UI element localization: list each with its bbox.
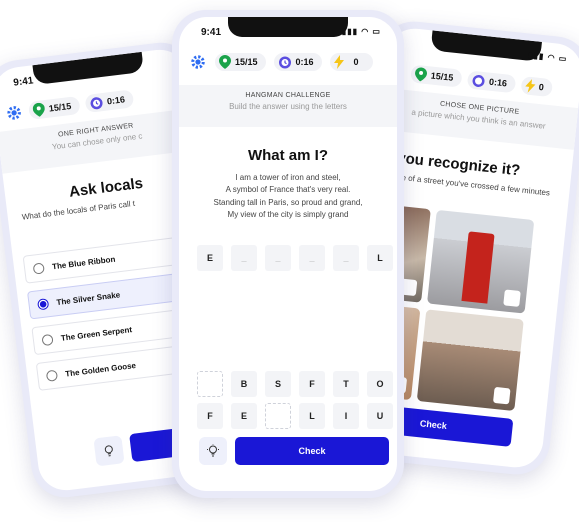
lightbulb-icon bbox=[207, 444, 219, 457]
timer-value: 0:16 bbox=[488, 76, 508, 89]
photo-checkbox[interactable] bbox=[492, 386, 511, 405]
answer-slot[interactable]: E bbox=[197, 245, 223, 271]
energy-pill: 0 bbox=[329, 53, 373, 71]
answer-slot[interactable]: _ bbox=[299, 245, 325, 271]
photo-option-paris-street[interactable] bbox=[416, 309, 524, 412]
alarm-clock-icon bbox=[472, 74, 485, 87]
letter-key[interactable]: F bbox=[299, 371, 325, 397]
timer-pill: 0:16 bbox=[84, 89, 134, 114]
radio-icon bbox=[41, 333, 54, 346]
section-title: HANGMAN CHALLENGE bbox=[245, 92, 331, 99]
riddle-line: My view of the city is simply grand bbox=[227, 210, 349, 220]
energy-pill: 0 bbox=[519, 75, 553, 98]
option-label: The Silver Snake bbox=[55, 289, 121, 307]
location-pin-icon bbox=[415, 67, 427, 82]
letter-key[interactable]: F bbox=[197, 403, 223, 429]
gear-icon[interactable] bbox=[4, 103, 24, 123]
location-pill: 15/15 bbox=[215, 53, 266, 71]
letter-key-empty[interactable] bbox=[197, 371, 223, 397]
letter-key-empty[interactable] bbox=[265, 403, 291, 429]
riddle-text: I am a tower of iron and steel, A symbol… bbox=[179, 172, 397, 222]
location-count: 15/15 bbox=[48, 100, 72, 114]
photo-option-phone-booth[interactable] bbox=[427, 209, 535, 314]
lightning-icon bbox=[333, 55, 344, 69]
signal-icons: ▮▮▮ ◠ ▭ bbox=[341, 27, 381, 36]
location-count: 15/15 bbox=[235, 57, 258, 67]
riddle-line: Standing tall in Paris, so proud and gra… bbox=[213, 197, 363, 207]
radio-icon bbox=[32, 261, 45, 275]
timer-pill: 0:16 bbox=[466, 70, 516, 94]
alarm-clock-icon bbox=[278, 56, 291, 69]
letter-key[interactable]: B bbox=[231, 371, 257, 397]
location-count: 15/15 bbox=[430, 70, 454, 83]
location-pill: 15/15 bbox=[27, 95, 81, 120]
timer-value: 0:16 bbox=[106, 94, 126, 107]
letter-key[interactable]: I bbox=[333, 403, 359, 429]
alarm-clock-icon bbox=[90, 97, 103, 110]
signal-icons: ▮▮▮ ◠ ▭ bbox=[527, 50, 568, 64]
letter-key[interactable]: S bbox=[265, 371, 291, 397]
timer-value: 0:16 bbox=[295, 57, 314, 67]
hint-button[interactable] bbox=[199, 437, 227, 465]
letter-key[interactable]: L bbox=[299, 403, 325, 429]
timer-pill: 0:16 bbox=[273, 53, 322, 71]
option-label: The Golden Goose bbox=[64, 360, 137, 379]
top-bar: 15/15 0:16 0 bbox=[179, 45, 397, 79]
location-pin-icon bbox=[32, 102, 45, 117]
radio-selected-icon bbox=[36, 297, 50, 310]
answer-slot[interactable]: _ bbox=[231, 245, 257, 271]
answer-slot[interactable]: _ bbox=[333, 245, 359, 271]
gear-icon[interactable] bbox=[189, 53, 207, 71]
center-screen: 9:41 ▮▮▮ ◠ ▭ 15/15 0:16 0 HANGMAN CHALLE… bbox=[179, 17, 397, 491]
check-button[interactable]: Check bbox=[235, 437, 389, 465]
photo-checkbox[interactable] bbox=[503, 289, 521, 307]
letter-key[interactable]: T bbox=[333, 371, 359, 397]
energy-value: 0 bbox=[538, 81, 545, 93]
riddle-line: I am a tower of iron and steel, bbox=[235, 173, 341, 182]
option-label: The Blue Ribbon bbox=[51, 254, 116, 271]
section-subtitle: Build the answer using the letters bbox=[229, 102, 347, 111]
letter-key[interactable]: O bbox=[367, 371, 393, 397]
answer-slot[interactable]: L bbox=[367, 245, 393, 271]
hint-button[interactable] bbox=[93, 435, 125, 467]
status-time: 9:41 bbox=[201, 27, 222, 38]
phone-booth-shape bbox=[461, 231, 495, 304]
letter-key[interactable]: E bbox=[231, 403, 257, 429]
lightbulb-icon bbox=[104, 445, 113, 457]
status-bar: 9:41 ▮▮▮ ◠ ▭ bbox=[179, 17, 397, 45]
lightning-icon bbox=[524, 79, 536, 93]
option-label: The Green Serpent bbox=[60, 324, 133, 343]
letter-key[interactable]: U bbox=[367, 403, 393, 429]
location-pill: 15/15 bbox=[410, 64, 463, 88]
answer-slot[interactable]: _ bbox=[265, 245, 291, 271]
section-header: HANGMAN CHALLENGE Build the answer using… bbox=[179, 85, 397, 127]
riddle-line: A symbol of France that's very real. bbox=[225, 185, 351, 195]
question-title: What am I? bbox=[247, 147, 328, 164]
location-pin-icon bbox=[219, 55, 231, 69]
center-phone: 9:41 ▮▮▮ ◠ ▭ 15/15 0:16 0 HANGMAN CHALLE… bbox=[172, 10, 404, 498]
radio-icon bbox=[45, 369, 58, 382]
energy-value: 0 bbox=[353, 57, 359, 67]
status-time: 9:41 bbox=[12, 75, 35, 89]
